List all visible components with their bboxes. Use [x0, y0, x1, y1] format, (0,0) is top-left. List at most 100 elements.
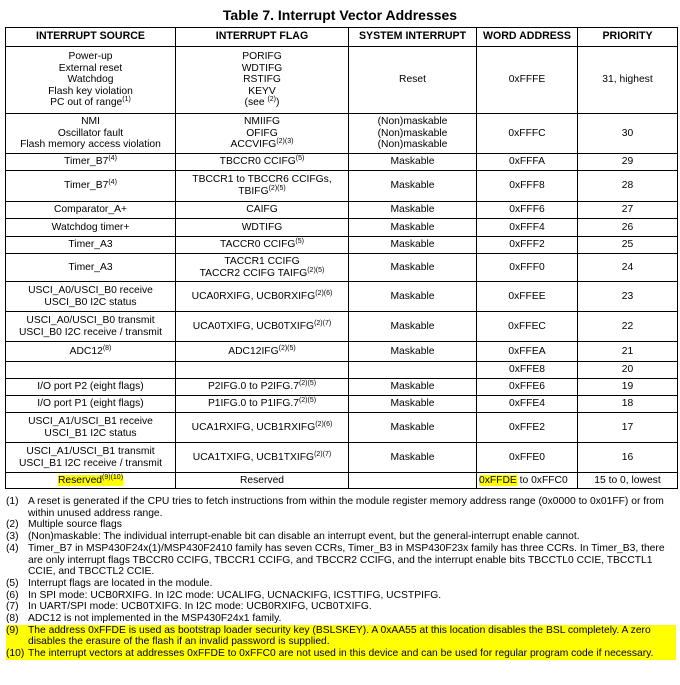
cell-line: Maskable	[351, 180, 474, 192]
footnote: (5) Interrupt flags are located in the mo…	[6, 578, 676, 590]
cell-address: 0xFFF0	[476, 253, 578, 282]
cell-flag: UCA1RXIFG, UCB1RXIFG(2)(6)	[175, 412, 349, 443]
cell-line: TACCR0 CCIFG(5)	[178, 238, 346, 251]
cell-text: OFIFG	[246, 127, 278, 139]
header-interrupt-flag: INTERRUPT FLAG	[175, 27, 349, 47]
cell-text: Oscillator fault	[57, 127, 124, 139]
footnote-number: (9)	[6, 624, 19, 636]
cell-text: USCI_B0 I2C receive / transmit	[18, 326, 163, 338]
footnote-ref: (2)(5)	[298, 397, 317, 405]
cell-system: Maskable	[348, 153, 477, 171]
footnote-ref: (2)(6)	[315, 420, 333, 428]
cell-source: ADC12(8)	[5, 341, 176, 362]
table-row: Watchdog timer+ WDTIFG Maskable 0xFFF4 26	[5, 218, 678, 237]
footnote-ref: (4)	[108, 155, 117, 163]
cell-address: 0xFFFC	[476, 113, 578, 154]
cell-line: TBCCR0 CCIFG(5)	[178, 155, 346, 168]
header-priority: PRIORITY	[577, 27, 678, 47]
cell-text: USCI_A0/USCI_B0 transmit	[26, 314, 155, 326]
cell-text: Watchdog	[67, 74, 114, 86]
footnote-text: The address 0xFFDE is used as bootstrap …	[28, 624, 651, 648]
cell-text: TBIFG	[238, 186, 269, 197]
cell-address: 0xFFFE	[476, 46, 578, 114]
cell-system	[348, 361, 477, 379]
cell-line: KEYV	[178, 86, 346, 98]
table-row: 0xFFE8 20	[5, 361, 678, 379]
cell-line: UCA0TXIFG, UCB0TXIFG(2)(7)	[178, 319, 346, 333]
cell-text: Timer_B7	[64, 180, 109, 192]
table-row: USCI_A1/USCI_B1 receive USCI_B1 I2C statu…	[5, 412, 678, 443]
cell-system: Maskable	[348, 170, 477, 202]
cell-source: USCI_A1/USCI_B1 receive USCI_B1 I2C statu…	[5, 412, 176, 443]
cell-line: Watchdog timer+	[8, 222, 173, 234]
cell-text: Maskable	[390, 221, 435, 233]
cell-text: Maskable	[390, 451, 435, 463]
table-row: Comparator_A+ CAIFG Maskable 0xFFF6 27	[5, 201, 678, 219]
header-interrupt-source: INTERRUPT SOURCE	[5, 27, 176, 47]
footnote-number: (10)	[6, 648, 25, 660]
header-word-address: WORD ADDRESS	[476, 27, 578, 47]
cell-priority: 21	[577, 341, 678, 362]
cell-line: ADC12(8)	[8, 345, 173, 358]
cell-text: TACCR2 CCIFG TAIFG	[199, 267, 308, 279]
cell-line: USCI_A0/USCI_B0 receive	[8, 285, 173, 297]
cell-text: Maskable	[390, 156, 435, 168]
table-row: USCI_A1/USCI_B1 transmit USCI_B1 I2C rece…	[5, 442, 678, 473]
table-row: I/O port P2 (eight flags) P2IFG.0 to P2IF…	[5, 378, 678, 396]
footnote-number: (3)	[6, 531, 19, 543]
cell-text: TBCCR1 to TBCCR6 CCIFGs,	[192, 174, 332, 186]
cell-line: USCI_B0 I2C status	[8, 297, 173, 309]
cell-text: NMIIFG	[243, 116, 281, 128]
cell-source: Reserved(9)(10)	[5, 472, 176, 489]
cell-text: P2IFG.0 to P2IFG.7	[207, 381, 299, 393]
cell-line: TBCCR1 to TBCCR6 CCIFGs,	[178, 174, 346, 186]
cell-flag: TACCR1 CCIFG TACCR2 CCIFG TAIFG(2)(5)	[175, 253, 349, 282]
cell-line: External reset	[8, 63, 173, 75]
cell-address: 0xFFE8	[476, 361, 578, 379]
cell-line: UCA1RXIFG, UCB1RXIFG(2)(6)	[178, 420, 346, 434]
cell-text: Maskable	[390, 239, 435, 251]
cell-text: PORIFG	[242, 51, 282, 63]
cell-system: Maskable	[348, 281, 477, 312]
footnote-ref: (2)	[267, 96, 277, 104]
cell-line: Oscillator fault	[8, 128, 173, 140]
cell-flag: CAIFG	[175, 201, 349, 219]
cell-text: Watchdog timer+	[51, 221, 130, 233]
cell-system: Maskable	[348, 395, 477, 413]
table-row: Timer_B7(4) TBCCR0 CCIFG(5) Maskable 0xFFFA…	[5, 153, 678, 171]
cell-text: Maskable	[390, 345, 435, 357]
cell-address: 0xFFEE	[476, 281, 578, 312]
cell-source: Power-up External reset Watchdog Flash key …	[5, 46, 176, 114]
cell-text: TBCCR0 CCIFG	[219, 156, 296, 168]
cell-flag: P1IFG.0 to P1IFG.7(2)(5)	[175, 395, 349, 413]
table-row: Timer_A3 TACCR1 CCIFG TACCR2 CCIFG TAIFG(2…	[5, 253, 678, 282]
cell-text: (Non)maskable	[377, 139, 448, 151]
footnote: (6) In SPI mode: UCB0RXIFG. In I2C mode: …	[6, 590, 676, 602]
footnote-ref: (2)(7)	[314, 319, 332, 327]
cell-priority: 29	[577, 153, 678, 171]
cell-flag: P2IFG.0 to P2IFG.7(2)(5)	[175, 378, 349, 396]
cell-text: USCI_B1 I2C status	[44, 427, 137, 439]
cell-line: Maskable	[351, 262, 474, 274]
cell-text: Maskable	[390, 180, 435, 192]
footnote-ref: (4)	[108, 179, 117, 187]
footnote-text: (Non)maskable: The individual interrupt-…	[28, 531, 580, 543]
cell-text: NMI	[81, 116, 100, 128]
cell-priority: 16	[577, 442, 678, 473]
cell-line: (Non)maskable	[351, 116, 474, 128]
footnote-ref: (5)	[295, 238, 304, 246]
footnote-ref: (2)(5)	[268, 185, 286, 192]
cell-source: Timer_B7(4)	[5, 153, 176, 171]
footnote-text: Interrupt flags are located in the modul…	[28, 577, 213, 589]
cell-line: Reset	[351, 74, 474, 86]
cell-text: P1IFG.0 to P1IFG.7	[207, 398, 299, 410]
cell-priority: 19	[577, 378, 678, 396]
cell-system: Maskable	[348, 218, 477, 237]
footnote-text: In UART/SPI mode: UCB0TXIFG. In I2C mode…	[28, 601, 372, 613]
cell-priority: 23	[577, 281, 678, 312]
cell-text: USCI_B1 I2C receive / transmit	[18, 457, 163, 469]
cell-text: Timer_A3	[68, 239, 113, 251]
footnote-text: ADC12 is not implemented in the MSP430F2…	[28, 613, 282, 625]
cell-line: Power-up	[8, 51, 173, 63]
cell-flag: UCA0RXIFG, UCB0RXIFG(2)(6)	[175, 281, 349, 312]
